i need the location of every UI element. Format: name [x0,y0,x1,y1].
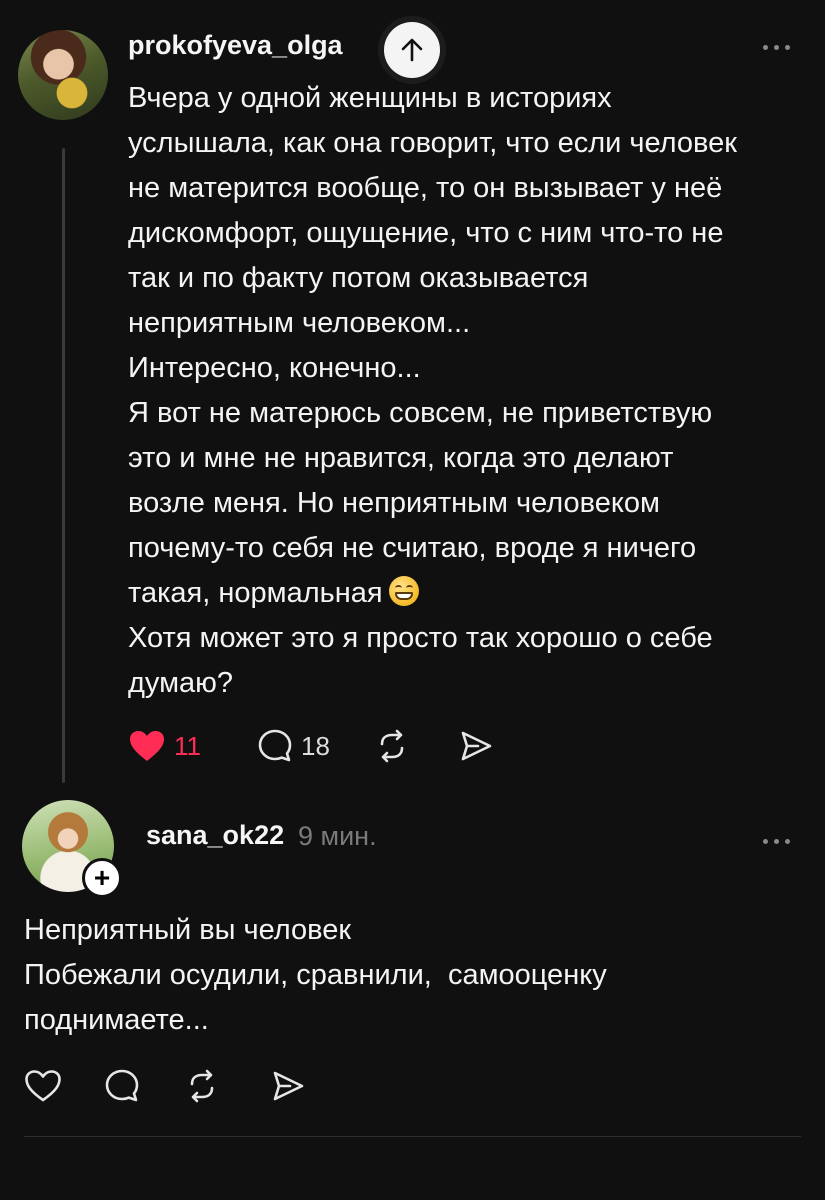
post-line-with-emoji: такая, нормальная [128,571,808,616]
repost-button[interactable] [374,726,410,766]
post-line: думаю? [128,667,234,699]
post-line: не матерится вообще, то он вызывает у не… [128,172,723,204]
more-dots-icon [763,839,768,844]
grinning-face-emoji-icon [388,576,419,606]
post-line: возле меня. Но неприятным человеком [128,487,660,519]
post-sana-ok22: + sana_ok22 9 мин. Неприятный вы человек… [0,790,825,1200]
post-actions [24,1066,306,1106]
like-button[interactable] [24,1066,62,1106]
comment-bubble-icon [258,729,292,762]
scroll-to-top-button[interactable] [384,22,440,78]
post-prokofyeva-olga: prokofyeva_olga Вчера у одной женщины в … [0,0,825,790]
send-icon [273,1071,304,1101]
post-actions: 11 18 [128,726,494,766]
username[interactable]: prokofyeva_olga [128,30,343,61]
post-line: поднимаете... [24,1004,209,1036]
post-line: Интересно, конечно... [128,352,421,384]
repost-icon [190,1069,214,1103]
more-options-button[interactable] [759,38,795,58]
repost-button[interactable] [184,1066,220,1106]
post-line: услышала, как она говорит, что если чело… [128,127,737,159]
more-options-button[interactable] [759,832,795,852]
post-line: Хотя может это я просто так хорошо о себ… [128,622,713,654]
post-line: такая, нормальная [128,577,383,609]
heart-icon [130,731,164,761]
post-line: почему-то себя не считаю, вроде я ничего [128,532,697,564]
share-button[interactable] [270,1066,306,1106]
timestamp: 9 мин. [298,821,377,851]
share-button[interactable] [458,726,494,766]
post-line: Я вот не матерюсь совсем, не приветствую [128,397,713,429]
post-line: это и мне не нравится, когда это делают [128,442,674,474]
post-divider [24,1136,801,1137]
post-line: так и по факту потом оказывается [128,262,589,294]
more-dots-icon [763,45,768,50]
follow-button[interactable]: + [82,858,122,898]
comment-bubble-icon [105,1069,139,1102]
comment-button[interactable]: 18 [257,726,330,766]
repost-icon [380,729,404,763]
avatar[interactable] [18,30,108,120]
post-line: Побежали осудили, сравнили, самооценку [24,959,607,991]
post-text: Вчера у одной женщины в историях услышал… [128,76,808,706]
like-count: 11 [174,730,201,761]
like-button[interactable]: 11 [128,726,201,766]
post-line: дискомфорт, ощущение, что с ним что-то н… [128,217,724,249]
post-line: Неприятный вы человек [24,914,352,946]
username[interactable]: sana_ok22 [146,820,284,851]
comment-button[interactable] [104,1066,140,1106]
post-line: неприятным человеком... [128,307,471,339]
arrow-up-icon [401,38,423,62]
heart-icon [25,1070,61,1102]
comment-count: 18 [301,730,330,761]
post-text: Неприятный вы человек Побежали осудили, … [24,908,804,1043]
thread-line [62,148,65,783]
post-line: Вчера у одной женщины в историях [128,82,612,114]
send-icon [461,731,492,761]
